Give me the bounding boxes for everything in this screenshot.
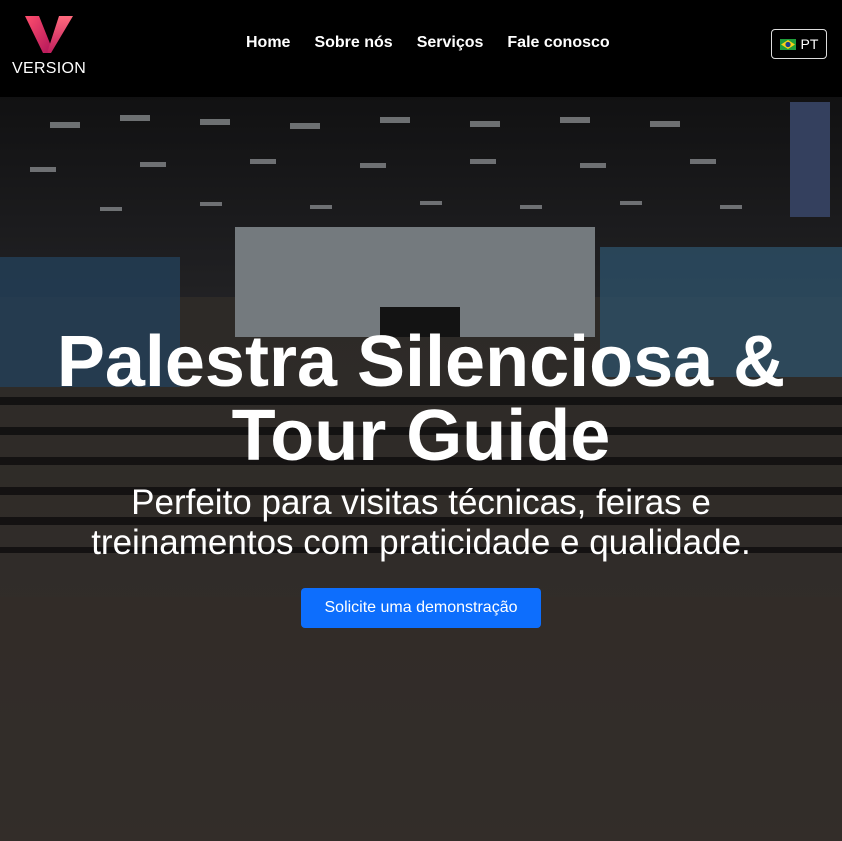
nav-sobre-nos[interactable]: Sobre nós: [314, 34, 392, 52]
nav-home[interactable]: Home: [246, 34, 290, 52]
language-selector-button[interactable]: PT: [771, 29, 827, 59]
language-label: PT: [800, 36, 819, 52]
logo-text: VERSION: [12, 60, 87, 77]
hero-title: Palestra Silenciosa & Tour Guide: [56, 322, 786, 476]
request-demo-button[interactable]: Solicite uma demonstração: [300, 588, 542, 628]
version-v-logo-icon: [25, 16, 73, 53]
hero-subtitle: Perfeito para visitas técnicas, feiras e…: [91, 483, 751, 562]
hero-section: Palestra Silenciosa & Tour Guide Perfeit…: [0, 97, 842, 841]
hero-content: Palestra Silenciosa & Tour Guide Perfeit…: [0, 325, 842, 628]
main-nav: Home Sobre nós Serviços Fale conosco: [246, 34, 610, 52]
brazil-flag-icon: [779, 38, 796, 50]
nav-servicos[interactable]: Serviços: [417, 34, 484, 52]
navbar: VERSION Home Sobre nós Serviços Fale con…: [0, 0, 842, 97]
nav-fale-conosco[interactable]: Fale conosco: [507, 34, 609, 52]
logo[interactable]: VERSION: [12, 14, 86, 84]
